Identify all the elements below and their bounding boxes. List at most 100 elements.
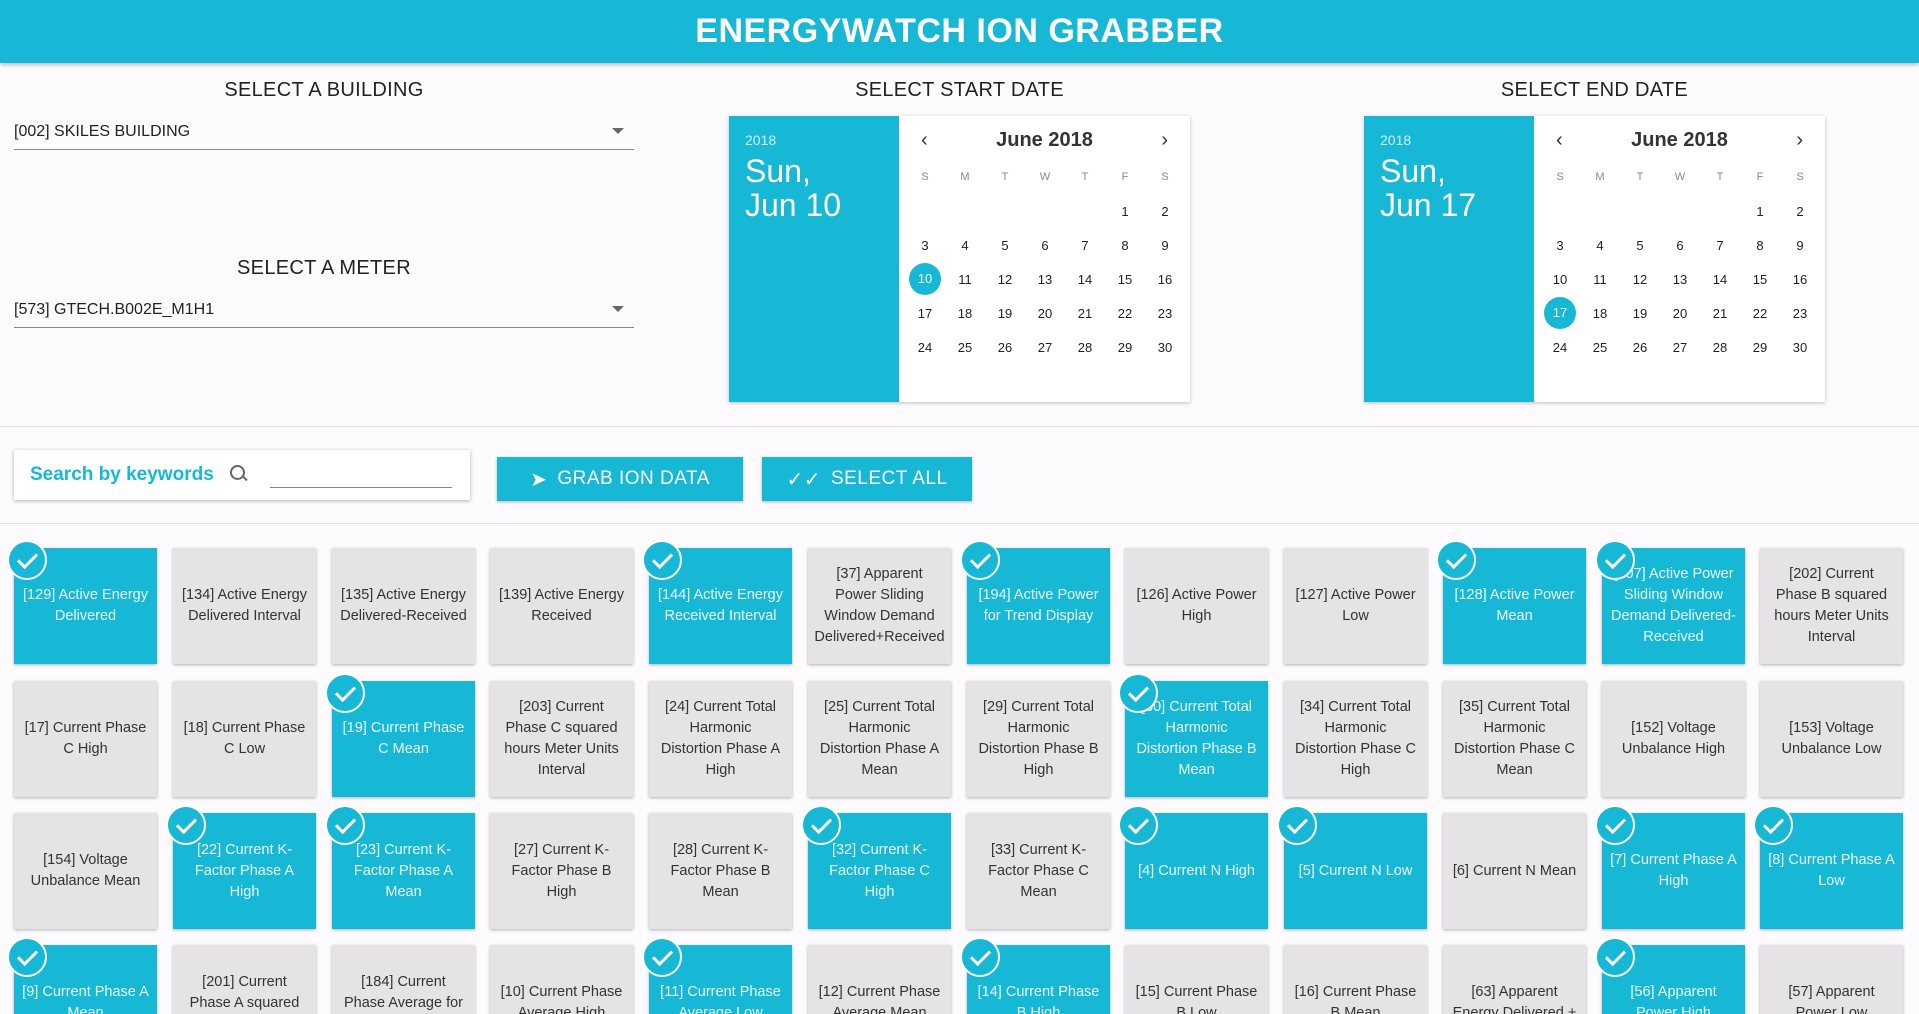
day-cell[interactable]: 25 — [1580, 330, 1620, 364]
ion-tile[interactable]: [29] Current Total Harmonic Distortion P… — [967, 681, 1110, 797]
ion-tile[interactable]: [19] Current Phase C Mean — [325, 673, 475, 797]
ion-tile[interactable]: [27] Current K-Factor Phase B High — [490, 813, 633, 929]
day-cell[interactable]: 8 — [1105, 228, 1145, 262]
ion-tile[interactable]: [201] Current Phase A squared hours — [173, 945, 316, 1014]
ion-tile[interactable]: [12] Current Phase Average Mean — [808, 945, 951, 1014]
ion-tile[interactable]: [32] Current K-Factor Phase C High — [801, 805, 951, 929]
ion-tile[interactable]: [139] Active Energy Received — [490, 548, 633, 664]
select-all-button[interactable]: ✓✓ SELECT ALL — [762, 457, 972, 501]
day-cell[interactable]: 6 — [1025, 228, 1065, 262]
ion-tile[interactable]: [9] Current Phase A Mean — [7, 937, 157, 1014]
day-cell[interactable]: 3 — [1540, 228, 1580, 262]
ion-tile[interactable]: [11] Current Phase Average Low — [642, 937, 792, 1014]
day-cell[interactable]: 9 — [1145, 228, 1185, 262]
ion-tile[interactable]: [7] Current Phase A High — [1595, 805, 1745, 929]
day-cell[interactable]: 12 — [985, 262, 1025, 296]
day-cell[interactable]: 15 — [1105, 262, 1145, 296]
ion-tile[interactable]: [56] Apparent Power High — [1595, 937, 1745, 1014]
day-cell[interactable]: 24 — [905, 330, 945, 364]
day-cell[interactable]: 17 — [905, 296, 945, 330]
ion-tile[interactable]: [63] Apparent Energy Delivered + — [1443, 945, 1586, 1014]
day-cell[interactable]: 30 — [1145, 330, 1185, 364]
day-cell[interactable]: 22 — [1105, 296, 1145, 330]
ion-tile[interactable]: [5] Current N Low — [1277, 805, 1427, 929]
ion-tile[interactable]: [128] Active Power Mean — [1436, 540, 1586, 664]
day-cell[interactable]: 1 — [1105, 194, 1145, 228]
day-cell[interactable]: 30 — [1780, 330, 1820, 364]
ion-tile[interactable]: [153] Voltage Unbalance Low — [1760, 681, 1903, 797]
ion-tile[interactable]: [57] Apparent Power Low — [1760, 945, 1903, 1014]
day-cell[interactable]: 6 — [1660, 228, 1700, 262]
ion-tile[interactable]: [35] Current Total Harmonic Distortion P… — [1443, 681, 1586, 797]
ion-tile[interactable]: [17] Current Phase C High — [14, 681, 157, 797]
ion-tile[interactable]: [126] Active Power High — [1125, 548, 1268, 664]
ion-tile[interactable]: [14] Current Phase B High — [960, 937, 1110, 1014]
day-cell[interactable]: 3 — [905, 228, 945, 262]
day-cell[interactable]: 26 — [985, 330, 1025, 364]
ion-tile[interactable]: [184] Current Phase Average for Trend — [332, 945, 475, 1014]
ion-tile[interactable]: [152] Voltage Unbalance High — [1602, 681, 1745, 797]
building-select[interactable]: [002] SKILES BUILDING — [14, 114, 634, 150]
day-cell[interactable]: 25 — [945, 330, 985, 364]
day-cell[interactable]: 14 — [1700, 262, 1740, 296]
next-month-icon[interactable]: › — [1796, 129, 1803, 152]
ion-tile[interactable]: [22] Current K-Factor Phase A High — [166, 805, 316, 929]
ion-tile[interactable]: [23] Current K-Factor Phase A Mean — [325, 805, 475, 929]
ion-tile[interactable]: [194] Active Power for Trend Display — [960, 540, 1110, 664]
ion-tile[interactable]: [24] Current Total Harmonic Distortion P… — [649, 681, 792, 797]
day-cell[interactable]: 23 — [1145, 296, 1185, 330]
day-cell[interactable]: 28 — [1700, 330, 1740, 364]
ion-tile[interactable]: [134] Active Energy Delivered Interval — [173, 548, 316, 664]
day-cell[interactable]: 27 — [1025, 330, 1065, 364]
day-cell[interactable]: 5 — [1620, 228, 1660, 262]
day-cell[interactable]: 19 — [1620, 296, 1660, 330]
meter-select[interactable]: [573] GTECH.B002E_M1H1 — [14, 292, 634, 328]
day-cell[interactable]: 1 — [1740, 194, 1780, 228]
day-cell[interactable]: 12 — [1620, 262, 1660, 296]
day-cell[interactable]: 7 — [1065, 228, 1105, 262]
ion-tile[interactable]: [33] Current K-Factor Phase C Mean — [967, 813, 1110, 929]
day-cell[interactable]: 4 — [945, 228, 985, 262]
next-month-icon[interactable]: › — [1161, 129, 1168, 152]
day-cell[interactable]: 11 — [945, 262, 985, 296]
day-cell[interactable]: 27 — [1660, 330, 1700, 364]
day-cell[interactable]: 10 — [1540, 262, 1580, 296]
day-cell[interactable]: 21 — [1700, 296, 1740, 330]
ion-tile[interactable]: [15] Current Phase B Low — [1125, 945, 1268, 1014]
ion-tile[interactable]: [4] Current N High — [1118, 805, 1268, 929]
ion-tile[interactable]: [203] Current Phase C squared hours Mete… — [490, 681, 633, 797]
ion-tile[interactable]: [28] Current K-Factor Phase B Mean — [649, 813, 792, 929]
day-cell[interactable]: 16 — [1780, 262, 1820, 296]
day-selected[interactable]: 17 — [1540, 296, 1580, 330]
day-cell[interactable]: 8 — [1740, 228, 1780, 262]
search-input[interactable] — [269, 462, 452, 488]
day-cell[interactable]: 24 — [1540, 330, 1580, 364]
day-cell[interactable]: 21 — [1065, 296, 1105, 330]
day-cell[interactable]: 19 — [985, 296, 1025, 330]
day-cell[interactable]: 13 — [1025, 262, 1065, 296]
ion-tile[interactable]: [144] Active Energy Received Interval — [642, 540, 792, 664]
ion-tile[interactable]: [202] Current Phase B squared hours Mete… — [1760, 548, 1903, 664]
start-year[interactable]: 2018 — [745, 132, 883, 148]
ion-tile[interactable]: [18] Current Phase C Low — [173, 681, 316, 797]
day-cell[interactable]: 14 — [1065, 262, 1105, 296]
day-cell[interactable]: 23 — [1780, 296, 1820, 330]
day-cell[interactable]: 9 — [1780, 228, 1820, 262]
day-cell[interactable]: 29 — [1105, 330, 1145, 364]
day-cell[interactable]: 16 — [1145, 262, 1185, 296]
ion-tile[interactable]: [6] Current N Mean — [1443, 813, 1586, 929]
day-cell[interactable]: 26 — [1620, 330, 1660, 364]
ion-tile[interactable]: [30] Current Total Harmonic Distortion P… — [1118, 673, 1268, 797]
ion-tile[interactable]: [34] Current Total Harmonic Distortion P… — [1284, 681, 1427, 797]
day-cell[interactable]: 20 — [1660, 296, 1700, 330]
day-cell[interactable]: 5 — [985, 228, 1025, 262]
day-cell[interactable]: 4 — [1580, 228, 1620, 262]
day-cell[interactable]: 7 — [1700, 228, 1740, 262]
day-cell[interactable]: 18 — [1580, 296, 1620, 330]
day-cell[interactable]: 15 — [1740, 262, 1780, 296]
day-cell[interactable]: 29 — [1740, 330, 1780, 364]
day-cell[interactable]: 20 — [1025, 296, 1065, 330]
ion-tile[interactable]: [10] Current Phase Average High — [490, 945, 633, 1014]
ion-tile[interactable]: [135] Active Energy Delivered-Received — [332, 548, 475, 664]
day-cell[interactable]: 28 — [1065, 330, 1105, 364]
